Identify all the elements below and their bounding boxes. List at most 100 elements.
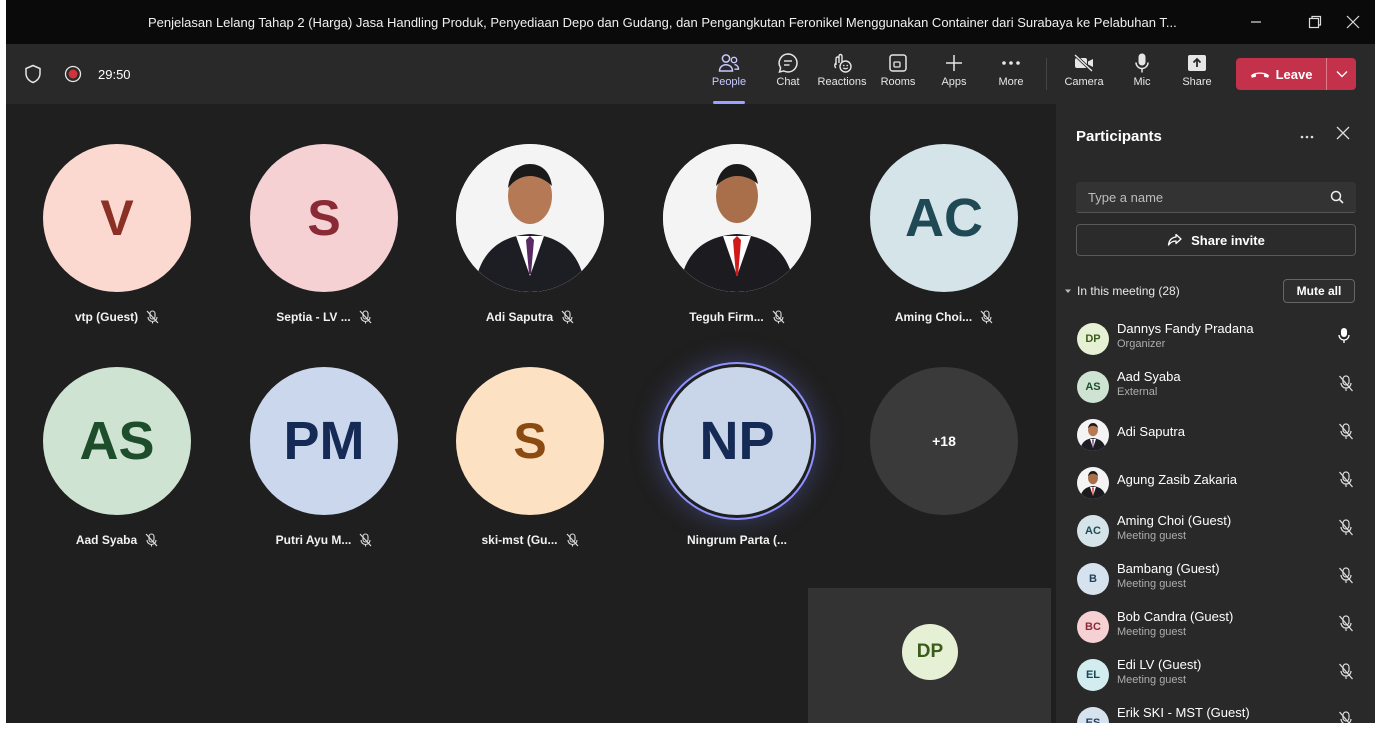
panel-close-button[interactable] [1336,126,1350,145]
chat-button[interactable]: Chat [770,50,806,100]
share-button[interactable]: Share [1181,50,1213,100]
camera-button[interactable]: Camera [1062,50,1106,100]
reactions-label: Reactions [817,76,867,88]
leave-options-button[interactable] [1326,58,1356,90]
participant-tile[interactable]: Adi Saputra [435,144,625,324]
teams-meeting-window: Penjelasan Lelang Tahap 2 (Harga) Jasa H… [6,0,1375,723]
more-icon [1002,61,1020,65]
mic-off-icon [359,310,372,324]
participant-tile[interactable]: AC Aming Choi... [849,144,1039,324]
leave-label: Leave [1275,66,1313,82]
participant-name: Ningrum Parta (... [686,533,787,547]
people-label: People [711,76,747,88]
participant-mic[interactable] [1338,567,1354,589]
minimize-button[interactable] [1233,0,1279,44]
chat-label: Chat [776,76,800,88]
add-icon [946,55,962,71]
participant-tile[interactable]: AS Aad Syaba [22,367,212,547]
title-bar: Penjelasan Lelang Tahap 2 (Harga) Jasa H… [6,0,1375,44]
participant-avatar: DP [1077,323,1109,355]
participants-panel: Participants Share invite In this meetin… [1056,104,1375,723]
participant-name: Adi Saputra [1117,424,1185,439]
participant-tile[interactable]: Teguh Firm... [642,144,832,324]
people-icon [718,54,740,72]
close-window-button[interactable] [1330,0,1375,44]
close-icon [1346,15,1360,29]
share-invite-button[interactable]: Share invite [1076,224,1356,256]
participant-mic[interactable] [1338,663,1354,685]
avatar: S [456,367,604,515]
participant-mic[interactable] [1338,423,1354,445]
chat-icon [778,53,798,74]
meeting-title: Penjelasan Lelang Tahap 2 (Harga) Jasa H… [148,15,1177,30]
self-video-preview[interactable]: DP [808,588,1051,723]
mic-off-icon [145,533,158,547]
toolbar-divider [1046,58,1047,90]
participant-name: Adi Saputra [485,310,554,324]
avatar: V [43,144,191,292]
participant-row[interactable]: B Bambang (Guest) Meeting guest [1056,552,1375,600]
participant-name: Erik SKI - MST (Guest) [1117,705,1250,720]
avatar-initials: S [513,413,547,469]
participant-row[interactable]: ES Erik SKI - MST (Guest) Meeting guest [1056,696,1375,723]
more-button[interactable]: More [994,50,1028,100]
participant-avatar: ES [1077,707,1109,723]
overflow-participants-tile[interactable]: +18 [849,367,1039,515]
more-label: More [998,76,1024,88]
apps-button[interactable]: Apps [938,50,970,100]
participant-mic[interactable] [1338,519,1354,541]
share-label: Share [1182,76,1212,88]
participant-role: Meeting guest [1117,626,1187,638]
participant-mic[interactable] [1338,615,1354,637]
avatar: PM [250,367,398,515]
rooms-button[interactable]: Rooms [878,50,918,100]
person-photo-icon [1077,419,1109,451]
participant-name: Aming Choi (Guest) [1117,513,1232,528]
participant-mic[interactable] [1338,471,1354,493]
mic-icon [1135,53,1149,73]
minimize-icon [1251,21,1261,23]
in-meeting-count: In this meeting (28) [1077,284,1180,298]
mic-off-icon [1339,471,1353,488]
in-meeting-section-toggle[interactable]: In this meeting (28) [1064,284,1180,298]
participant-mic[interactable] [1338,711,1354,723]
mic-off-icon [566,533,578,547]
participant-mic[interactable] [1338,327,1350,349]
shield-icon[interactable] [24,64,42,84]
participant-tile[interactable]: V vtp (Guest) [22,144,212,324]
participant-row[interactable]: Agung Zasib Zakaria [1056,456,1375,504]
mic-label: Mic [1133,76,1151,88]
people-button[interactable]: People [711,50,747,104]
mic-button[interactable]: Mic [1128,50,1156,100]
participant-tile[interactable]: S ski-mst (Gu... [435,367,625,547]
mic-off-icon [561,310,574,324]
participant-role: Meeting guest [1117,722,1186,723]
avatar-photo [663,144,811,292]
participant-role: Meeting guest [1117,578,1187,590]
hang-up-icon [1250,72,1269,78]
chevron-down-icon [1336,71,1347,78]
participant-row[interactable]: EL Edi LV (Guest) Meeting guest [1056,648,1375,696]
participant-avatar: AC [1077,515,1109,547]
participant-row[interactable]: BC Bob Candra (Guest) Meeting guest [1056,600,1375,648]
more-icon [1300,135,1314,139]
participant-tile[interactable]: S Septia - LV ... [229,144,419,324]
participant-mic[interactable] [1338,375,1354,397]
participant-search[interactable] [1076,182,1356,213]
participant-row[interactable]: Adi Saputra [1056,408,1375,456]
panel-more-button[interactable] [1300,126,1314,142]
participant-role: Meeting guest [1117,530,1187,542]
participant-row[interactable]: DP Dannys Fandy Pradana Organizer [1056,312,1375,360]
search-input[interactable] [1088,189,1330,205]
avatar-initials: S [307,190,341,246]
participant-row[interactable]: AC Aming Choi (Guest) Meeting guest [1056,504,1375,552]
mute-all-button[interactable]: Mute all [1283,279,1355,303]
mic-off-icon [1339,519,1353,536]
reactions-button[interactable]: Reactions [816,50,868,100]
participant-tile[interactable]: PM Putri Ayu M... [229,367,419,547]
avatar-initials: V [100,190,134,246]
recording-icon [64,65,82,83]
participant-tile-speaking[interactable]: NP Ningrum Parta (... [642,367,832,547]
participant-row[interactable]: AS Aad Syaba External [1056,360,1375,408]
leave-button[interactable]: Leave [1236,58,1326,90]
